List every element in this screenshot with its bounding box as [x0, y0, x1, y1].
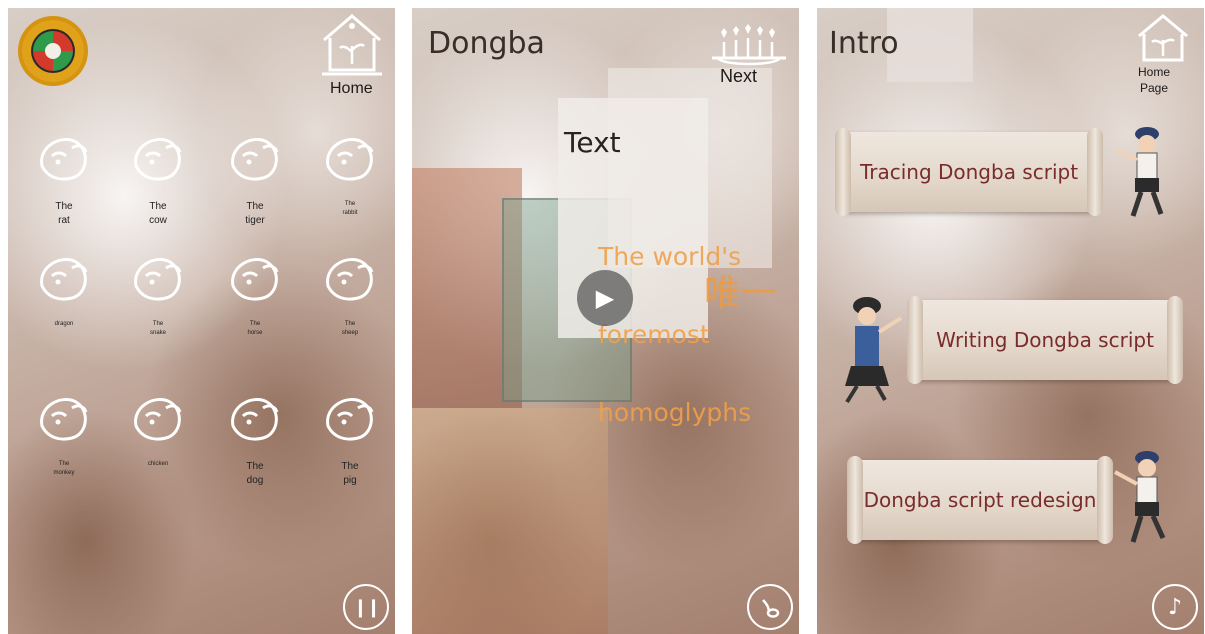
orange-line-1: The world's [598, 242, 742, 271]
zodiac-label: The horse [247, 321, 263, 336]
zodiac-item[interactable]: The monkey [22, 386, 106, 496]
play-icon: ▶ [595, 284, 615, 312]
text-label: Text [564, 126, 621, 159]
zodiac-glyph-icon [231, 138, 279, 181]
zodiac-glyph-icon [231, 258, 279, 301]
dongba-boy-figure [1116, 127, 1164, 217]
zodiac-label: The snake [149, 321, 166, 336]
zodiac-item[interactable]: The pig [308, 386, 392, 496]
zodiac-label: dragon [54, 321, 74, 327]
music-button[interactable] [747, 584, 793, 630]
menu-writing[interactable]: Writing Dongba script [907, 296, 1183, 384]
zodiac-label: The rabbit [342, 201, 358, 216]
orange-line-3: homoglyphs [598, 398, 752, 427]
home-icon[interactable] [318, 12, 386, 78]
zodiac-item[interactable]: The snake [116, 246, 200, 356]
zodiac-item[interactable]: The sheep [308, 246, 392, 356]
home-icon[interactable] [1135, 12, 1191, 66]
zodiac-glyph-icon [40, 138, 88, 181]
menu-tracing[interactable]: Tracing Dongba script [835, 128, 1103, 216]
home-page-label[interactable]: Home Page [1124, 64, 1184, 96]
zodiac-label: chicken [147, 461, 169, 467]
dongba-boy-figure-2 [1114, 451, 1166, 543]
zodiac-item[interactable]: The rat [22, 126, 106, 236]
zodiac-item[interactable]: chicken [116, 386, 200, 496]
painting-figures [412, 408, 608, 634]
next-button[interactable]: Next [720, 66, 757, 87]
zodiac-glyph-icon [326, 258, 374, 301]
zodiac-item[interactable]: dragon [22, 246, 106, 356]
music-button[interactable]: ♪ [1152, 584, 1198, 630]
pause-button[interactable]: ❙❙ [343, 584, 389, 630]
pause-icon: ❙❙ [352, 596, 381, 618]
compass-icon [31, 29, 75, 73]
dongba-panel: Dongba Next Text 唯一 The world's foremost… [412, 8, 799, 634]
music-note-icon: ♪ [1167, 594, 1183, 620]
blank-card [887, 8, 973, 82]
zodiac-glyph-icon [134, 258, 182, 301]
zodiac-glyph-icon [326, 138, 374, 181]
candle-tray-icon[interactable] [708, 18, 790, 68]
zodiac-label: The rat [55, 201, 73, 226]
home-label[interactable]: Home [330, 80, 373, 98]
zodiac-glyph-icon [231, 398, 279, 441]
zodiac-label: The sheep [341, 321, 359, 336]
zodiac-label: The tiger [245, 201, 265, 226]
zodiac-item[interactable]: The cow [116, 126, 200, 236]
play-button[interactable]: ▶ [577, 270, 633, 326]
page-title: Intro [829, 26, 899, 61]
zodiac-item[interactable]: The tiger [213, 126, 297, 236]
zodiac-label: The dog [246, 461, 264, 486]
zodiac-item[interactable]: The rabbit [308, 126, 392, 236]
app-logo[interactable] [22, 20, 84, 82]
zodiac-label: The pig [341, 461, 359, 486]
music-note-icon [762, 599, 780, 618]
menu-label: Tracing Dongba script [859, 160, 1079, 184]
zodiac-panel: Home The rat The cow The tiger The rabbit dr… [8, 8, 395, 634]
zodiac-glyph-icon [40, 398, 88, 441]
menu-label: Dongba script redesign [863, 488, 1097, 512]
zodiac-glyph-icon [134, 398, 182, 441]
intro-panel: Intro Home Page Tracing Dongba script Wr… [817, 8, 1204, 634]
zodiac-item[interactable]: The dog [213, 386, 297, 496]
orange-line-2: foremost [598, 320, 710, 349]
zodiac-label: The cow [149, 201, 167, 226]
zodiac-label: The monkey [53, 461, 75, 476]
zodiac-item[interactable]: The horse [213, 246, 297, 356]
zodiac-glyph-icon [134, 138, 182, 181]
dongba-girl-figure [845, 297, 903, 404]
cjk-text: 唯一 [704, 273, 777, 314]
menu-label: Writing Dongba script [936, 328, 1154, 352]
menu-redesign[interactable]: Dongba script redesign [847, 456, 1113, 544]
page-title: Dongba [428, 26, 545, 61]
zodiac-glyph-icon [40, 258, 88, 301]
zodiac-glyph-icon [326, 398, 374, 441]
